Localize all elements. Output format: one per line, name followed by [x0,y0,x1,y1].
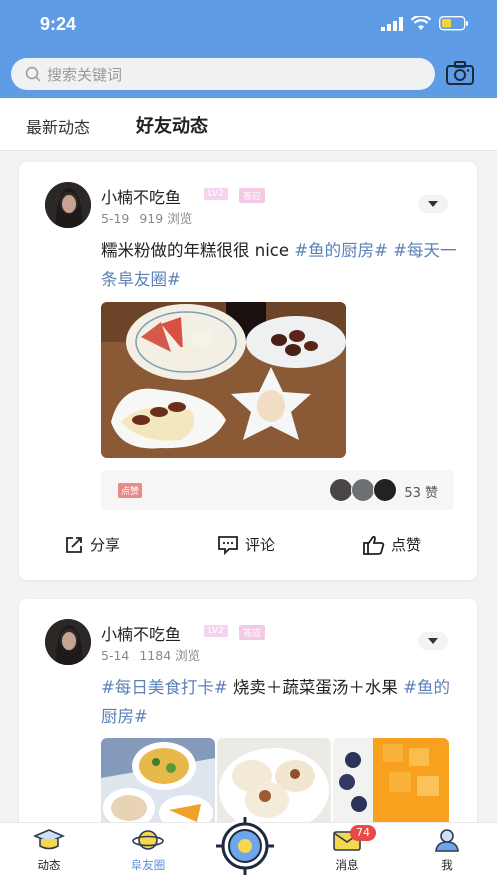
tabbar-label: 消息 [335,858,359,872]
graduation-cap-icon [32,829,66,850]
signal-icon [381,16,403,31]
post-photo[interactable] [101,302,346,458]
username[interactable]: 小楠不吃鱼 [101,184,181,208]
post-text: 糯米粉做的年糕很很 nice #鱼的厨房# #每天一条阜友圈# [101,236,461,294]
like-chip: 点赞 [118,483,143,498]
post-date: 5-14 [101,648,130,663]
post-body: 糯米粉做的年糕很很 nice [101,241,295,260]
username[interactable]: 小楠不吃鱼 [101,621,181,645]
post-photo[interactable] [217,738,331,828]
post-card: 小楠不吃鱼 LV2 答应 5-14 1184 浏览 #每日美食打卡# 烧卖＋蔬菜… [19,599,477,829]
share-button[interactable]: 分享 [64,534,120,555]
feed-tabs: 最新动态 好友动态 [0,98,497,151]
post-card: 小楠不吃鱼 LV2 答应 5-19 919 浏览 糯米粉做的年糕很很 nice … [19,162,477,580]
tabbar-label: 我 [441,858,453,872]
share-label: 分享 [90,536,121,554]
avatar[interactable] [373,478,397,502]
tabbar-item-feed[interactable]: 动态 [14,828,84,873]
tab-underline [140,140,226,143]
tab-friends[interactable]: 好友动态 [136,112,208,138]
app-header: 9:24 搜索关键词 [0,0,497,98]
post-actions: 分享 评论 点赞 [19,528,477,564]
bottom-tabbar: 动态 阜友圈 消息 74 我 [0,817,497,884]
status-icons [381,16,469,31]
likes-bar: 点赞 53 赞 [101,470,454,510]
tag-badge: 答应 [239,188,266,203]
post-body: 烧卖＋蔬菜蛋汤＋水果 [227,678,398,697]
share-icon [66,536,82,553]
hashtag-link[interactable]: #每日美食打卡# [101,678,228,697]
like-count[interactable]: 53 赞 [404,482,438,501]
like-label: 点赞 [391,536,422,554]
tabbar-item-me[interactable]: 我 [412,828,482,873]
post-meta: 5-19 919 浏览 [101,208,192,227]
avatar[interactable] [45,619,91,665]
comment-label: 评论 [245,536,276,554]
post-meta: 5-14 1184 浏览 [101,645,200,664]
status-time: 9:24 [40,14,77,34]
battery-icon [439,16,468,31]
message-count-badge: 74 [350,825,376,841]
like-button[interactable]: 点赞 [363,534,421,555]
chevron-down-icon[interactable] [418,632,448,650]
tabbar-item-circle[interactable]: 阜友圈 [113,828,183,873]
planet-icon [132,830,164,850]
search-placeholder: 搜索关键词 [47,65,123,84]
avatar[interactable] [45,182,91,228]
level-badge: LV2 [204,625,228,637]
tabbar-label: 动态 [37,858,61,872]
camera-icon[interactable] [446,61,474,86]
wifi-icon [411,16,431,30]
level-badge: LV2 [204,188,228,200]
avatar[interactable] [351,478,375,502]
tag-badge: 答应 [239,625,266,640]
search-input[interactable]: 搜索关键词 [11,58,435,90]
person-icon [435,829,459,852]
post-text: #每日美食打卡# 烧卖＋蔬菜蛋汤＋水果 #鱼的厨房# [101,673,461,731]
comment-button[interactable]: 评论 [217,534,275,555]
thumbs-up-icon [363,535,385,555]
post-views: 1184 浏览 [139,648,201,663]
post-views: 919 浏览 [139,211,193,226]
post-photo[interactable] [101,738,215,828]
search-icon [25,66,41,82]
post-date: 5-19 [101,211,130,226]
tabbar-label: 阜友圈 [130,858,166,872]
hashtag-link[interactable]: #鱼的厨房# [294,241,388,260]
avatar[interactable] [329,478,353,502]
post-photo[interactable] [333,738,449,828]
chevron-down-icon[interactable] [418,195,448,213]
comment-icon [218,535,238,555]
compass-icon[interactable] [215,816,275,876]
tab-latest[interactable]: 最新动态 [26,114,90,138]
